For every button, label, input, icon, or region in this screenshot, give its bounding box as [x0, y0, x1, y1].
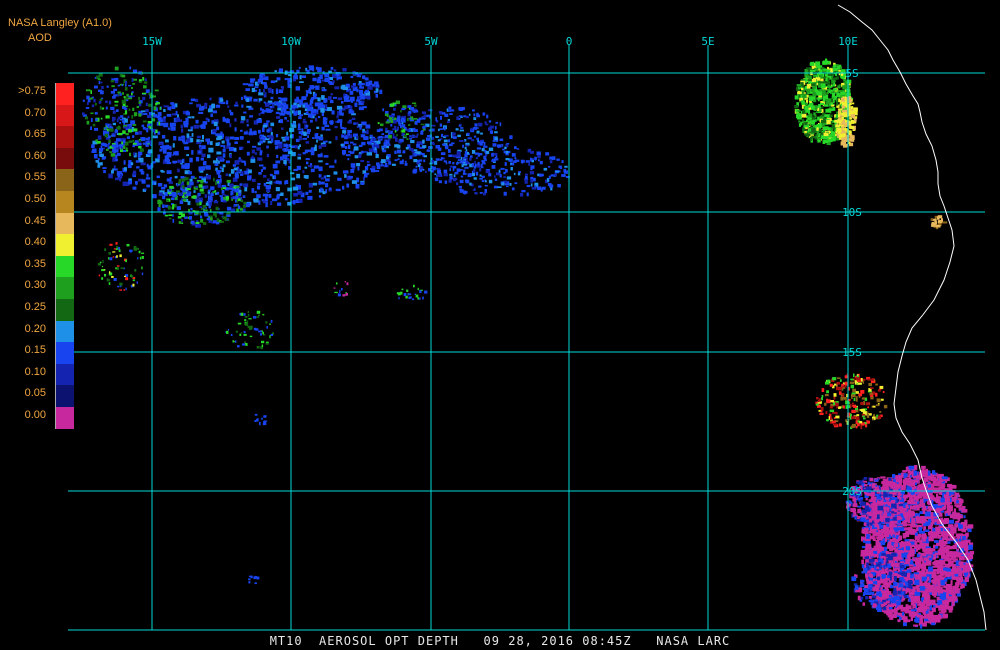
aod-pixel-cluster [815, 373, 888, 430]
legend-swatch [56, 385, 74, 408]
legend-swatch [56, 363, 74, 386]
legend-label: 0.10 [24, 365, 46, 378]
legend-label: 0.00 [24, 409, 46, 421]
legend-label: 0.50 [24, 193, 46, 205]
legend-swatch [56, 277, 74, 300]
brand-label: NASA Langley (A1.0) [8, 17, 112, 29]
legend-label: 0.45 [24, 214, 46, 227]
grid-label: 10S [842, 206, 862, 219]
legend-label: 0.15 [24, 344, 46, 357]
legend-label: 0.55 [24, 171, 46, 184]
legend-swatch [56, 212, 74, 235]
product-label: AOD [28, 32, 52, 44]
legend-swatch [56, 104, 74, 127]
legend-swatch [56, 126, 74, 149]
legend-label: 0.20 [24, 322, 46, 335]
legend-swatch [56, 147, 74, 170]
legend-label: 0.05 [24, 387, 46, 400]
grid-label: 5E [701, 35, 714, 48]
legend-swatch [56, 299, 74, 322]
aod-pixel-cluster [254, 413, 268, 426]
footer-caption: MT10 AEROSOL OPT DEPTH 09 28, 2016 08:45… [269, 634, 731, 648]
grid-label: 10W [281, 35, 301, 48]
legend-label: 0.40 [24, 236, 46, 249]
legend-swatch [56, 169, 74, 192]
legend-swatch [56, 320, 74, 343]
aod-map: 15W 10W 5W 0 5E 10E 5S 10S 15S 20S [68, 4, 987, 631]
grid-label: 5S [845, 67, 858, 80]
legend-label: 0.30 [24, 279, 46, 292]
grid-label: 5W [424, 35, 438, 48]
legend-swatch [56, 407, 74, 430]
aerosol-data-layer [82, 58, 975, 629]
legend-swatch [56, 191, 74, 214]
aod-color-legend: >0.75 0.70 0.65 0.60 0.55 0.50 0.45 0.40 0.35 0.3… [6, 80, 76, 440]
aod-pixel-cluster [333, 281, 349, 297]
legend-swatch [56, 234, 74, 257]
legend-label: 0.60 [24, 149, 46, 162]
legend-label: 0.65 [24, 128, 46, 141]
legend-swatch [56, 83, 74, 106]
legend-label: >0.75 [18, 85, 46, 97]
legend-swatch [56, 255, 74, 278]
aod-pixel-cluster [97, 242, 145, 291]
aod-pixel-cluster [431, 146, 570, 197]
aod-pixel-cluster [396, 284, 428, 301]
grid-label: 10E [838, 35, 858, 48]
aod-pixel-cluster [248, 575, 260, 585]
legend-label: 0.25 [24, 301, 46, 313]
grid-labels: 15W 10W 5W 0 5E 10E 5S 10S 15S 20S [142, 35, 862, 498]
grid-label: 15S [842, 346, 862, 359]
grid-label: 20S [842, 485, 862, 498]
legend-swatch [56, 342, 74, 365]
grid-label: 15W [142, 35, 162, 48]
grid-label: 0 [566, 35, 573, 48]
aod-pixel-cluster [930, 215, 948, 230]
legend-label: 0.70 [24, 106, 46, 119]
legend-label: 0.35 [24, 257, 46, 270]
aod-pixel-cluster [225, 310, 274, 350]
